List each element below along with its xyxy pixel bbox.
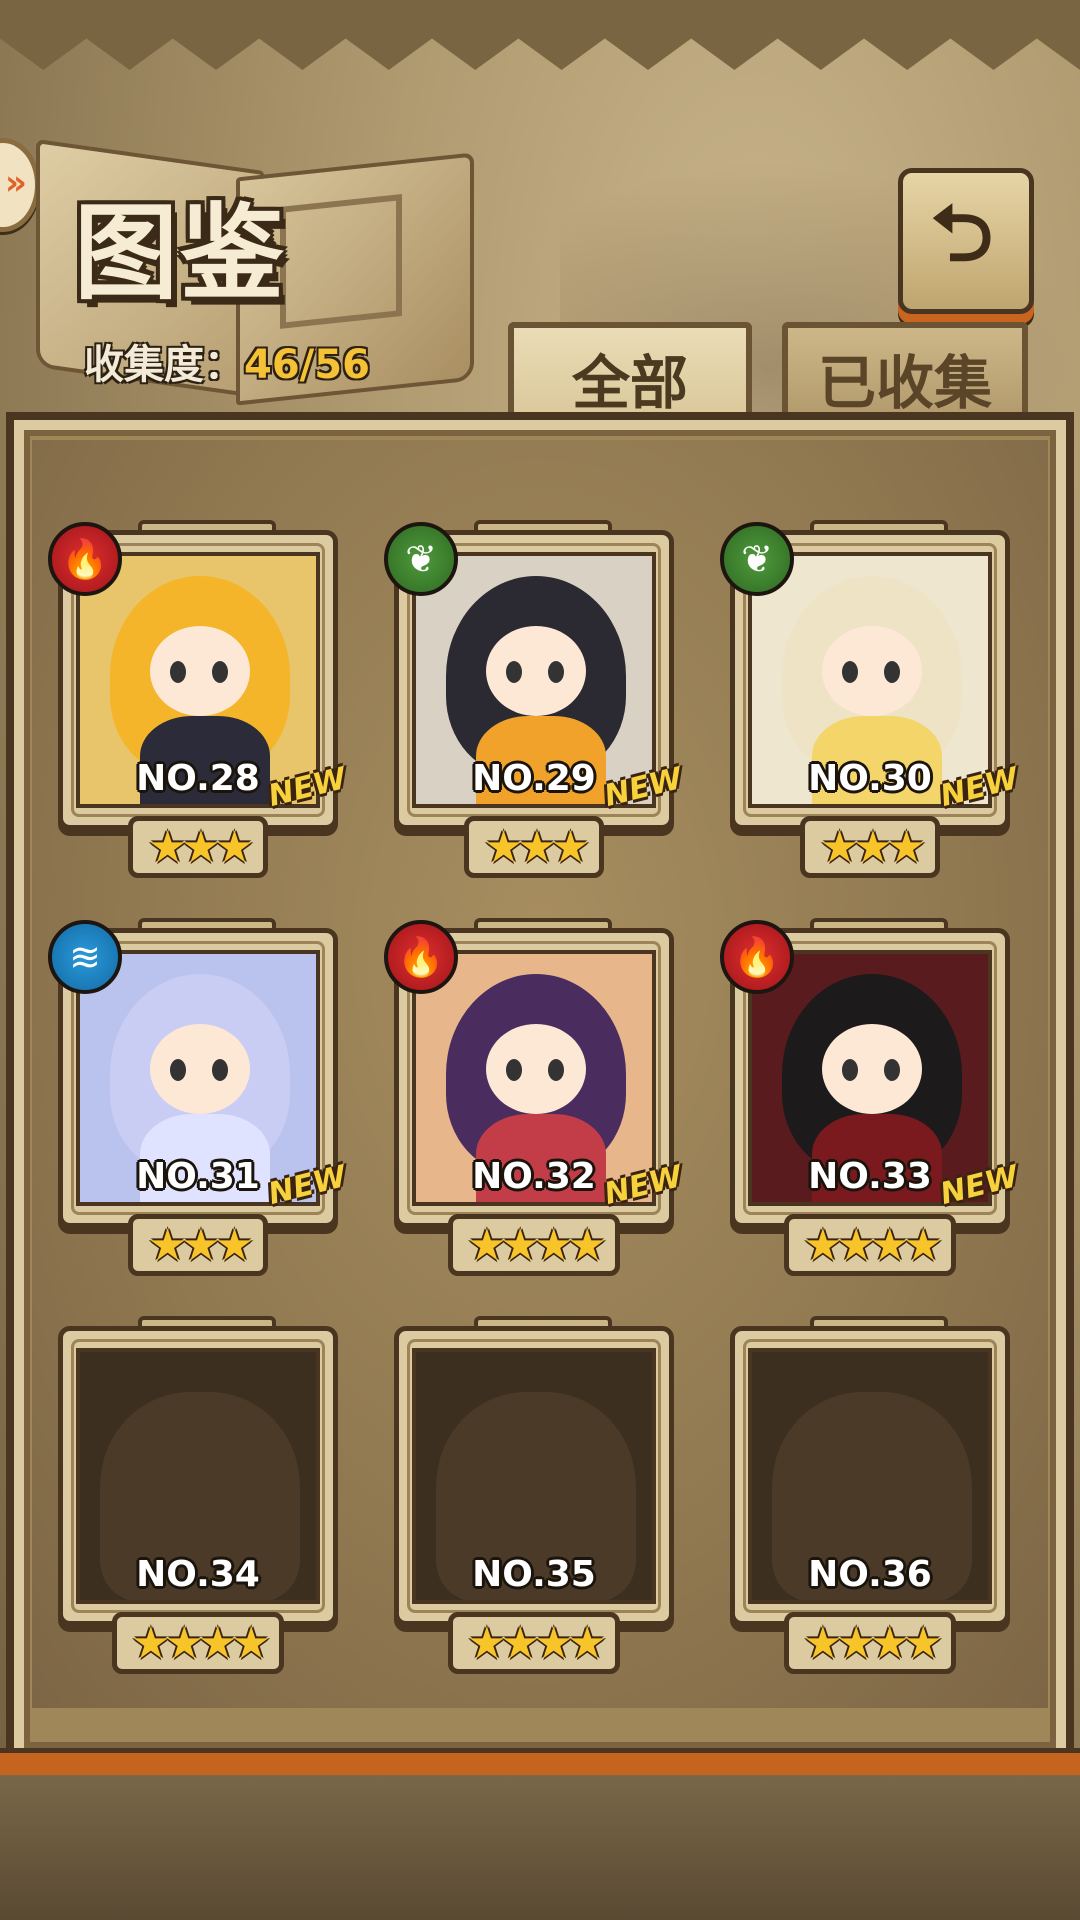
water-element-icon: ≋ <box>48 920 122 994</box>
star-icons: ★★★★ <box>803 1220 943 1271</box>
collection-progress: 收集度：46/56 <box>84 332 370 390</box>
star-rating: ★★★★ <box>784 1214 956 1276</box>
star-icons: ★★★★ <box>131 1618 271 1669</box>
star-rating: ★★★ <box>464 816 604 878</box>
collection-label: 收集度： <box>84 342 244 388</box>
frame-bottom-border <box>0 1748 1080 1775</box>
character-card[interactable]: NO.35 ★★★★ <box>384 1316 684 1676</box>
star-rating: ★★★★ <box>448 1214 620 1276</box>
collection-count: 46/56 <box>244 342 370 388</box>
background-bottom <box>0 1760 1080 1920</box>
star-icons: ★★★★ <box>467 1220 607 1271</box>
page-title: 图鉴 <box>74 191 287 314</box>
character-card[interactable]: NO.36 ★★★★ <box>720 1316 1020 1676</box>
star-rating: ★★★★ <box>448 1612 620 1674</box>
character-card[interactable]: NO.32 NEW 🔥 ★★★★ <box>384 918 686 1278</box>
character-card[interactable]: NO.33 NEW 🔥 ★★★★ <box>720 918 1022 1278</box>
star-icons: ★★★★ <box>803 1618 943 1669</box>
card-number: NO.34 <box>136 1554 260 1595</box>
back-button[interactable]: ⮌ <box>898 168 1034 314</box>
star-rating: ★★★ <box>800 816 940 878</box>
star-rating: ★★★ <box>128 816 268 878</box>
star-rating: ★★★★ <box>112 1612 284 1674</box>
star-icons: ★★★ <box>819 822 926 873</box>
fire-element-icon: 🔥 <box>384 920 458 994</box>
fire-element-icon: 🔥 <box>720 920 794 994</box>
card-number: NO.35 <box>472 1554 596 1595</box>
star-icons: ★★★ <box>147 1220 254 1271</box>
star-icons: ★★★ <box>147 822 254 873</box>
leaf-element-icon: ❦ <box>384 522 458 596</box>
star-icons: ★★★★ <box>467 1618 607 1669</box>
chevron-right-icon: » <box>5 163 27 203</box>
star-icons: ★★★ <box>483 822 590 873</box>
return-arrow-icon: ⮌ <box>930 189 994 279</box>
card-number: NO.36 <box>808 1554 932 1595</box>
leaf-element-icon: ❦ <box>720 522 794 596</box>
star-rating: ★★★★ <box>784 1612 956 1674</box>
character-card[interactable]: NO.30 NEW ❦ ★★★ <box>720 520 1022 880</box>
character-card[interactable]: NO.31 NEW ≋ ★★★ <box>48 918 350 1278</box>
character-card[interactable]: NO.29 NEW ❦ ★★★ <box>384 520 686 880</box>
character-card[interactable]: NO.34 ★★★★ <box>48 1316 348 1676</box>
star-rating: ★★★ <box>128 1214 268 1276</box>
fire-element-icon: 🔥 <box>48 522 122 596</box>
character-card[interactable]: NO.28 NEW 🔥 ★★★ <box>48 520 350 880</box>
